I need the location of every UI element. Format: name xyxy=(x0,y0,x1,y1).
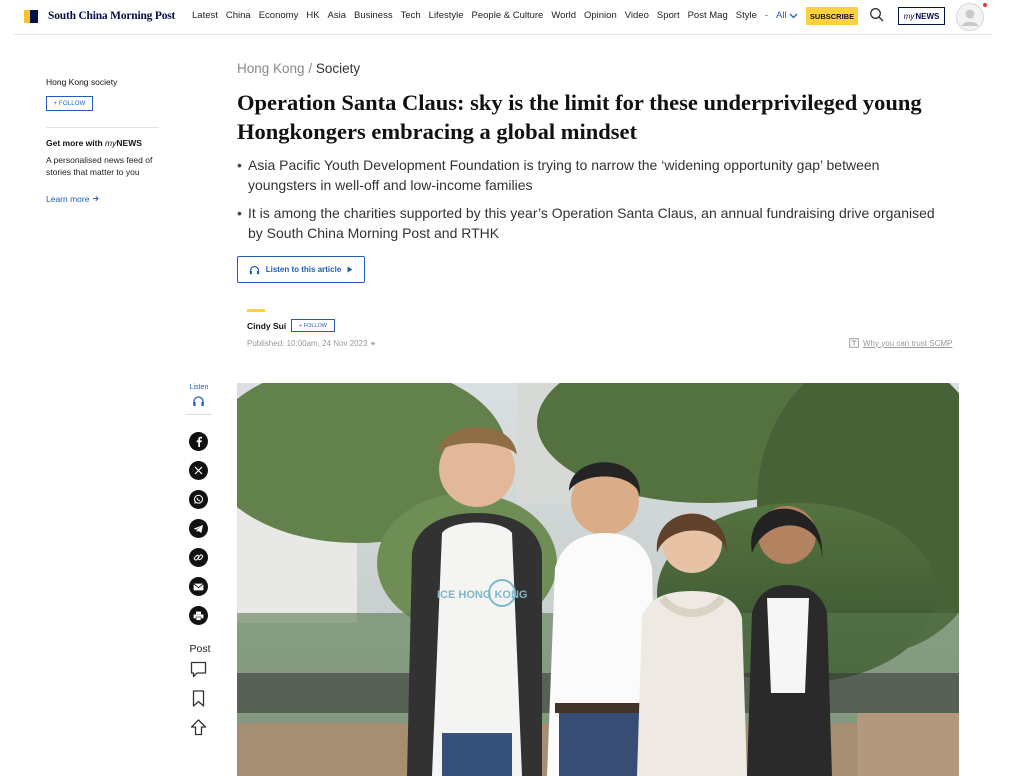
follow-topic-button[interactable]: + FOLLOW xyxy=(46,96,93,111)
comment-button[interactable] xyxy=(189,660,208,679)
printer-icon xyxy=(193,611,204,621)
nav-item-asia[interactable]: Asia xyxy=(328,10,346,21)
search-icon xyxy=(870,8,884,22)
nav-item-china[interactable]: China xyxy=(226,10,251,21)
telegram-icon xyxy=(193,524,203,533)
play-icon xyxy=(347,266,353,273)
trust-badge-icon xyxy=(849,338,859,348)
facebook-icon xyxy=(196,436,202,447)
published-date[interactable]: Published: 10:00am, 24 Nov 2023 xyxy=(247,339,376,348)
breadcrumb: Hong Kong / Society xyxy=(237,61,360,76)
listen-label: Listen to this article xyxy=(265,265,342,274)
nav-item-latest[interactable]: Latest xyxy=(192,10,218,21)
top-navigation-bar: South China Morning Post Latest China Ec… xyxy=(0,0,1024,34)
x-twitter-icon xyxy=(194,466,203,475)
whatsapp-icon xyxy=(194,494,203,504)
email-icon xyxy=(193,583,204,590)
sidebar-divider xyxy=(46,127,159,128)
brand-name: South China Morning Post xyxy=(48,10,176,22)
scmp-logo-mark-icon xyxy=(24,9,38,23)
mynews-promo-title: Get more with myNEWS xyxy=(46,138,142,148)
author-accent-bar xyxy=(247,309,265,312)
share-x-button[interactable] xyxy=(189,461,208,480)
breadcrumb-society[interactable]: Society xyxy=(316,61,360,76)
user-avatar-icon xyxy=(956,3,984,31)
nav-item-lifestyle[interactable]: Lifestyle xyxy=(429,10,464,21)
nav-item-business[interactable]: Business xyxy=(354,10,393,21)
bookmark-icon xyxy=(192,690,205,707)
share-button[interactable] xyxy=(189,718,208,737)
author-name[interactable]: Cindy Sui xyxy=(247,321,286,331)
mynews-suffix: NEWS xyxy=(915,11,940,21)
sidebar-topic[interactable]: Hong Kong society xyxy=(46,77,117,87)
breadcrumb-hong-kong[interactable]: Hong Kong xyxy=(237,61,305,76)
summary-point: Asia Pacific Youth Development Foundatio… xyxy=(237,155,937,195)
headphones-icon[interactable] xyxy=(192,395,205,407)
trust-link-label: Why you can trust SCMP xyxy=(863,338,953,348)
nav-item-economy[interactable]: Economy xyxy=(259,10,299,21)
chevron-down-icon xyxy=(789,13,798,18)
nav-item-sport[interactable]: Sport xyxy=(657,10,680,21)
print-button[interactable] xyxy=(189,606,208,625)
learn-more-label: Learn more xyxy=(46,194,90,204)
share-facebook-button[interactable] xyxy=(189,432,208,451)
follow-author-button[interactable]: + FOLLOW xyxy=(291,319,335,332)
bookmark-button[interactable] xyxy=(189,689,208,708)
main-nav: Latest China Economy HK Asia Business Te… xyxy=(192,10,798,21)
notification-dot xyxy=(983,3,987,7)
link-icon xyxy=(193,554,204,561)
group-photo-illustration: ICE HONG KONG xyxy=(237,383,959,776)
nav-item-people-culture[interactable]: People & Culture xyxy=(472,10,544,21)
nav-item-post-mag[interactable]: Post Mag xyxy=(688,10,728,21)
article-summary: Asia Pacific Youth Development Foundatio… xyxy=(237,155,937,251)
rail-divider xyxy=(186,414,212,415)
mynews-prefix: my xyxy=(903,11,915,21)
nav-all-label: All xyxy=(776,10,787,21)
nav-separator: - xyxy=(764,10,769,21)
rail-post-label: Post xyxy=(189,643,211,655)
mynews-button[interactable]: my NEWS xyxy=(898,7,945,25)
learn-more-link[interactable]: Learn more xyxy=(46,194,99,204)
comment-icon xyxy=(190,661,207,678)
trust-link[interactable]: Why you can trust SCMP xyxy=(849,338,952,348)
listen-to-article-button[interactable]: Listen to this article xyxy=(237,256,365,283)
breadcrumb-separator: / xyxy=(304,61,316,76)
headphones-icon xyxy=(249,265,259,274)
header-divider xyxy=(14,34,992,35)
mynews-promo-prefix: Get more with xyxy=(46,138,106,148)
mynews-promo-description: A personalised news feed of stories that… xyxy=(46,155,153,177)
article-hero-photo[interactable]: ICE HONG KONG xyxy=(237,383,959,776)
share-telegram-button[interactable] xyxy=(189,519,208,538)
mynews-promo-my: my xyxy=(105,138,117,148)
share-arrow-up-icon xyxy=(190,719,207,736)
summary-point: It is among the charities supported by t… xyxy=(237,203,937,243)
nav-item-world[interactable]: World xyxy=(551,10,576,21)
published-date-text: Published: 10:00am, 24 Nov 2023 xyxy=(247,339,368,348)
share-whatsapp-button[interactable] xyxy=(189,490,208,509)
nav-all-dropdown[interactable]: All xyxy=(776,10,798,21)
arrow-right-icon xyxy=(92,195,99,202)
share-email-button[interactable] xyxy=(189,577,208,596)
nav-item-tech[interactable]: Tech xyxy=(401,10,421,21)
mynews-promo-news: NEWS xyxy=(116,138,142,148)
search-button[interactable] xyxy=(869,7,885,23)
nav-item-style[interactable]: Style xyxy=(736,10,757,21)
article-headline: Operation Santa Claus: sky is the limit … xyxy=(237,90,922,144)
rail-listen-label[interactable]: Listen xyxy=(186,384,212,391)
nav-item-opinion[interactable]: Opinion xyxy=(584,10,617,21)
nav-item-video[interactable]: Video xyxy=(625,10,649,21)
caret-down-icon xyxy=(370,342,376,346)
account-avatar[interactable] xyxy=(956,3,987,33)
nav-item-hk[interactable]: HK xyxy=(306,10,319,21)
subscribe-button[interactable]: SUBSCRIBE xyxy=(806,7,858,25)
share-copy-link-button[interactable] xyxy=(189,548,208,567)
scmp-logo[interactable]: South China Morning Post xyxy=(24,8,175,24)
